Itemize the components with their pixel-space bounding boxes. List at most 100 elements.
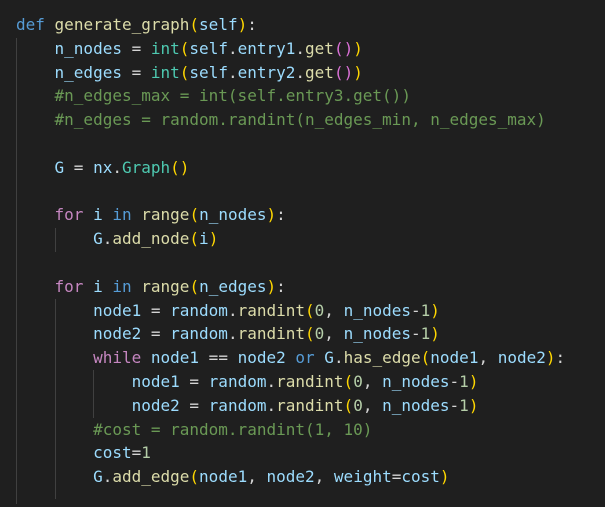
code-token: ( [305, 324, 315, 344]
code-token: nx [93, 157, 113, 177]
code-token: for [54, 205, 84, 225]
code-token: entry1 [237, 38, 296, 58]
code-token: : [276, 205, 286, 225]
code-line[interactable]: cost=1 [16, 441, 565, 465]
code-token: () [170, 157, 190, 177]
code-token: ) [439, 467, 450, 487]
code-token: . [266, 395, 277, 415]
code-token: random [208, 395, 267, 415]
code-line[interactable]: n_edges = int(self.entry2.get()) [16, 61, 565, 85]
code-token: node2 [93, 324, 142, 344]
code-token: randint [237, 324, 306, 344]
code-token: in [112, 205, 132, 225]
code-token: or [295, 348, 315, 368]
code-text-area[interactable]: def generate_graph(self): n_nodes = int(… [16, 13, 565, 489]
code-line[interactable]: while node1 == node2 or G.has_edge(node1… [16, 346, 565, 370]
code-token: in [112, 276, 132, 296]
code-line[interactable]: ​ [16, 132, 565, 156]
code-line[interactable]: ​ [16, 180, 565, 204]
code-token: get [305, 38, 334, 58]
code-line[interactable]: n_nodes = int(self.entry1.get()) [16, 37, 565, 61]
code-token: , [324, 300, 344, 320]
code-line[interactable]: node1 = random.randint(0, n_nodes-1) [16, 370, 565, 394]
code-token: node2 [497, 348, 546, 368]
code-line[interactable]: #n_edges = random.randint(n_edges_min, n… [16, 108, 565, 132]
code-token: ( [305, 300, 315, 320]
code-token: == [199, 348, 238, 368]
code-editor[interactable]: def generate_graph(self): n_nodes = int(… [0, 0, 605, 507]
code-token: self [189, 62, 228, 82]
code-token: 0 [353, 371, 363, 391]
code-token: 1 [420, 300, 431, 320]
code-token: node1 [430, 348, 479, 368]
code-token: . [102, 467, 113, 487]
code-line[interactable]: ​ [16, 251, 565, 275]
code-token: n_edges [199, 276, 267, 296]
code-token: i [199, 229, 209, 249]
code-token: random [170, 324, 228, 344]
code-line[interactable]: node2 = random.randint(0, n_nodes-1) [16, 394, 565, 418]
code-token: 0 [314, 300, 325, 320]
code-token: 1 [459, 371, 469, 391]
code-token: int [150, 62, 180, 82]
code-token: 1 [420, 324, 431, 344]
code-token: G [93, 467, 103, 487]
code-token: randint [276, 395, 344, 415]
code-token: int [150, 38, 180, 58]
code-token: i [93, 276, 103, 296]
code-token: node2 [131, 395, 180, 415]
code-token: = [141, 300, 171, 320]
code-token: cost [401, 467, 440, 487]
code-token: randint [276, 371, 344, 391]
code-token: n_nodes [382, 371, 450, 391]
code-line[interactable]: for i in range(n_edges): [16, 275, 565, 299]
code-token: ( [179, 62, 190, 82]
code-token: i [93, 205, 103, 225]
code-line[interactable]: G.add_edge(node1, node2, weight=cost) [16, 465, 565, 489]
code-token: 1 [141, 443, 151, 463]
code-token: #n_edges_max = int(self.entry3.get()) [54, 86, 411, 106]
code-token: G [54, 157, 65, 177]
code-token: node2 [266, 467, 315, 487]
code-token: n_nodes [54, 38, 122, 58]
code-token: , [247, 467, 267, 487]
code-token: = [179, 371, 209, 391]
code-token: G [324, 348, 334, 368]
code-token: range [141, 276, 190, 296]
code-token: weight [333, 467, 392, 487]
code-line[interactable]: #cost = random.randint(1, 10) [16, 418, 565, 442]
code-line[interactable]: #n_edges_max = int(self.entry3.get()) [16, 84, 565, 108]
code-token: node1 [131, 371, 180, 391]
code-line[interactable]: G = nx.Graph() [16, 156, 565, 180]
code-line[interactable]: G.add_node(i) [16, 227, 565, 251]
code-token: 0 [353, 395, 363, 415]
code-token: randint [237, 300, 306, 320]
code-token: . [227, 38, 238, 58]
code-line[interactable]: node1 = random.randint(0, n_nodes-1) [16, 299, 565, 323]
code-token: ( [189, 205, 200, 225]
code-token: - [449, 371, 460, 391]
code-line[interactable]: for i in range(n_nodes): [16, 203, 565, 227]
code-token: 0 [314, 324, 325, 344]
code-token: def [16, 15, 45, 34]
code-token: ) [430, 300, 440, 320]
code-line[interactable]: node2 = random.randint(0, n_nodes-1) [16, 322, 565, 346]
code-token: ) [353, 38, 363, 58]
code-token: for [54, 276, 84, 296]
code-line[interactable]: def generate_graph(self): [16, 13, 565, 37]
code-token: . [295, 62, 306, 82]
code-token: . [112, 157, 122, 177]
code-token: range [141, 205, 190, 225]
code-token: = [121, 62, 151, 82]
